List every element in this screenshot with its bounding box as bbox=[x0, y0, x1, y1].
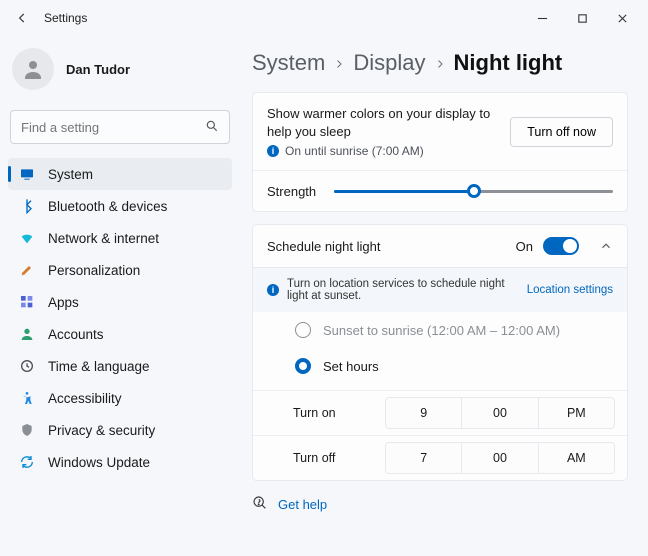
back-button[interactable] bbox=[10, 6, 34, 30]
status-text: On until sunrise (7:00 AM) bbox=[285, 144, 424, 158]
nav-label: Accounts bbox=[48, 327, 104, 342]
intro-description: Show warmer colors on your display to he… bbox=[267, 105, 500, 140]
breadcrumb-display[interactable]: Display bbox=[353, 50, 425, 76]
nav-system[interactable]: System bbox=[8, 158, 232, 190]
banner-message: Turn on location services to schedule ni… bbox=[287, 278, 519, 302]
hour-cell[interactable]: 7 bbox=[385, 442, 462, 474]
turn-on-row: Turn on 9 00 PM bbox=[253, 391, 627, 435]
update-icon bbox=[18, 453, 36, 471]
intro-card: Show warmer colors on your display to he… bbox=[252, 92, 628, 212]
breadcrumb: System Display Night light bbox=[252, 50, 628, 76]
nav-bluetooth[interactable]: Bluetooth & devices bbox=[8, 190, 232, 222]
clock-icon bbox=[18, 357, 36, 375]
radio-unchecked-icon bbox=[295, 322, 311, 338]
sidebar: Dan Tudor System Bluetooth & devices Net… bbox=[0, 36, 240, 556]
toggle-state: On bbox=[516, 239, 533, 254]
turn-off-label: Turn off bbox=[253, 439, 373, 477]
get-help-link[interactable]: Get help bbox=[252, 495, 628, 514]
breadcrumb-system[interactable]: System bbox=[252, 50, 325, 76]
ampm-cell[interactable]: AM bbox=[539, 442, 615, 474]
help-icon bbox=[252, 495, 268, 514]
schedule-header[interactable]: Schedule night light On bbox=[253, 225, 627, 267]
main-content: System Display Night light Show warmer c… bbox=[240, 36, 648, 556]
shield-icon bbox=[18, 421, 36, 439]
nav-accounts[interactable]: Accounts bbox=[8, 318, 232, 350]
chevron-up-icon bbox=[599, 239, 613, 253]
nav-label: Apps bbox=[48, 295, 79, 310]
turn-on-label: Turn on bbox=[253, 394, 373, 432]
turn-off-now-button[interactable]: Turn off now bbox=[510, 117, 613, 147]
nav-time-language[interactable]: Time & language bbox=[8, 350, 232, 382]
nav-list: System Bluetooth & devices Network & int… bbox=[8, 158, 232, 478]
accessibility-icon bbox=[18, 389, 36, 407]
turn-off-row: Turn off 7 00 AM bbox=[253, 435, 627, 480]
nav-privacy[interactable]: Privacy & security bbox=[8, 414, 232, 446]
nav-label: Accessibility bbox=[48, 391, 122, 406]
user-profile[interactable]: Dan Tudor bbox=[8, 44, 232, 104]
nav-label: Privacy & security bbox=[48, 423, 155, 438]
strength-label: Strength bbox=[267, 184, 316, 199]
search-input[interactable] bbox=[21, 120, 205, 135]
nav-label: System bbox=[48, 167, 93, 182]
radio-checked-icon bbox=[295, 358, 311, 374]
info-icon: i bbox=[267, 145, 279, 157]
schedule-toggle[interactable] bbox=[543, 237, 579, 255]
info-icon: i bbox=[267, 284, 279, 296]
avatar bbox=[12, 48, 54, 90]
close-button[interactable] bbox=[602, 4, 642, 32]
chevron-right-icon bbox=[434, 50, 446, 76]
nav-label: Bluetooth & devices bbox=[48, 199, 167, 214]
wifi-icon bbox=[18, 229, 36, 247]
schedule-title: Schedule night light bbox=[267, 239, 516, 254]
radio-set-hours-label: Set hours bbox=[323, 359, 379, 374]
strength-slider[interactable] bbox=[334, 183, 613, 199]
nav-label: Time & language bbox=[48, 359, 150, 374]
system-icon bbox=[18, 165, 36, 183]
nav-label: Windows Update bbox=[48, 455, 150, 470]
search-box[interactable] bbox=[10, 110, 230, 144]
nav-personalization[interactable]: Personalization bbox=[8, 254, 232, 286]
breadcrumb-current: Night light bbox=[454, 50, 563, 76]
schedule-card: Schedule night light On i Turn on locati… bbox=[252, 224, 628, 481]
turn-off-picker[interactable]: 7 00 AM bbox=[373, 436, 627, 480]
radio-set-hours[interactable]: Set hours bbox=[253, 348, 627, 390]
window-title: Settings bbox=[44, 11, 87, 25]
nav-label: Personalization bbox=[48, 263, 140, 278]
hour-cell[interactable]: 9 bbox=[385, 397, 462, 429]
radio-sunset[interactable]: Sunset to sunrise (12:00 AM – 12:00 AM) bbox=[253, 312, 627, 348]
user-name: Dan Tudor bbox=[66, 62, 130, 77]
nav-label: Network & internet bbox=[48, 231, 159, 246]
bluetooth-icon bbox=[18, 197, 36, 215]
nav-apps[interactable]: Apps bbox=[8, 286, 232, 318]
minimize-button[interactable] bbox=[522, 4, 562, 32]
location-settings-link[interactable]: Location settings bbox=[527, 284, 613, 296]
search-icon bbox=[205, 119, 219, 136]
title-bar: Settings bbox=[0, 0, 648, 36]
apps-icon bbox=[18, 293, 36, 311]
chevron-right-icon bbox=[333, 50, 345, 76]
nav-network[interactable]: Network & internet bbox=[8, 222, 232, 254]
nav-accessibility[interactable]: Accessibility bbox=[8, 382, 232, 414]
status-line: i On until sunrise (7:00 AM) bbox=[267, 144, 500, 158]
minute-cell[interactable]: 00 bbox=[462, 397, 538, 429]
ampm-cell[interactable]: PM bbox=[539, 397, 615, 429]
maximize-button[interactable] bbox=[562, 4, 602, 32]
radio-sunset-label: Sunset to sunrise (12:00 AM – 12:00 AM) bbox=[323, 323, 560, 338]
turn-on-picker[interactable]: 9 00 PM bbox=[373, 391, 627, 435]
get-help-label: Get help bbox=[278, 497, 327, 512]
location-banner: i Turn on location services to schedule … bbox=[253, 267, 627, 312]
nav-update[interactable]: Windows Update bbox=[8, 446, 232, 478]
minute-cell[interactable]: 00 bbox=[462, 442, 538, 474]
person-icon bbox=[18, 325, 36, 343]
brush-icon bbox=[18, 261, 36, 279]
